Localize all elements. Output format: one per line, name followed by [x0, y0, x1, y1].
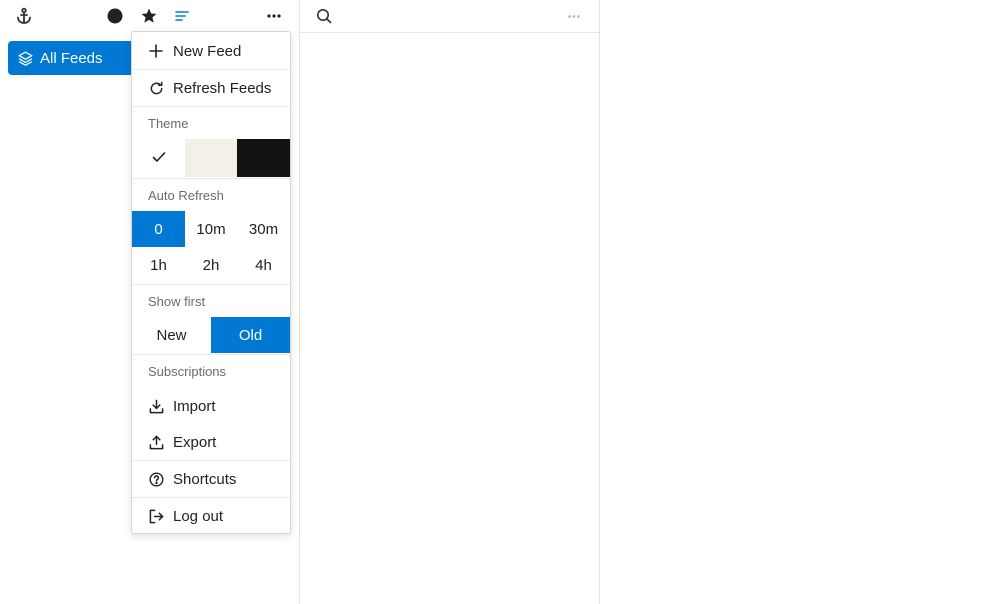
- log-out-label: Log out: [173, 507, 224, 525]
- shortcuts-label: Shortcuts: [173, 470, 237, 488]
- theme-dark-option[interactable]: [237, 139, 290, 177]
- search-icon[interactable]: [308, 0, 340, 32]
- unread-circle-icon[interactable]: [99, 0, 131, 32]
- auto-refresh-option-4h[interactable]: 4h: [237, 247, 290, 283]
- auto-refresh-header: Auto Refresh: [148, 188, 224, 203]
- auto-refresh-option-0[interactable]: 0: [132, 211, 185, 247]
- more-dots-icon[interactable]: [258, 0, 290, 32]
- settings-menu: New Feed Refresh Feeds Theme Auto Refres…: [131, 31, 291, 534]
- refresh-icon: [148, 80, 164, 96]
- shortcuts-item[interactable]: Shortcuts: [132, 461, 290, 497]
- theme-header: Theme: [148, 116, 189, 131]
- anchor-icon[interactable]: [8, 0, 40, 32]
- help-circle-icon: [148, 471, 164, 487]
- divider: [132, 178, 290, 179]
- layers-icon: [16, 49, 34, 67]
- export-label: Export: [173, 433, 217, 451]
- log-out-item[interactable]: Log out: [132, 498, 290, 534]
- new-feed-item[interactable]: New Feed: [132, 33, 290, 69]
- sort-lines-icon[interactable]: [166, 0, 198, 32]
- items-column: [300, 0, 600, 604]
- theme-light-option[interactable]: [132, 139, 185, 177]
- import-item[interactable]: Import: [132, 388, 290, 424]
- divider: [132, 284, 290, 285]
- all-feeds-label: All Feeds: [40, 49, 103, 67]
- divider: [132, 106, 290, 107]
- logout-icon: [148, 508, 164, 524]
- auto-refresh-option-30m[interactable]: 30m: [237, 211, 290, 247]
- auto-refresh-option-2h[interactable]: 2h: [185, 247, 237, 283]
- upload-icon: [148, 434, 164, 450]
- download-icon: [148, 398, 164, 414]
- star-icon[interactable]: [133, 0, 165, 32]
- divider: [132, 354, 290, 355]
- show-first-header: Show first: [148, 294, 206, 309]
- auto-refresh-option-1h[interactable]: 1h: [132, 247, 185, 283]
- show-first-new-option[interactable]: New: [132, 317, 211, 353]
- refresh-feeds-item[interactable]: Refresh Feeds: [132, 70, 290, 106]
- export-item[interactable]: Export: [132, 424, 290, 460]
- refresh-feeds-label: Refresh Feeds: [173, 79, 272, 97]
- auto-refresh-option-10m[interactable]: 10m: [185, 211, 237, 247]
- plus-icon: [148, 43, 164, 59]
- new-feed-label: New Feed: [173, 42, 242, 60]
- more-dots-icon[interactable]: [558, 0, 590, 32]
- checkmark-icon: [152, 150, 166, 167]
- show-first-old-option[interactable]: Old: [211, 317, 290, 353]
- theme-sepia-option[interactable]: [185, 139, 237, 177]
- items-toolbar: [300, 0, 599, 33]
- import-label: Import: [173, 397, 216, 415]
- feeds-toolbar: [0, 0, 299, 32]
- subscriptions-header: Subscriptions: [148, 364, 227, 379]
